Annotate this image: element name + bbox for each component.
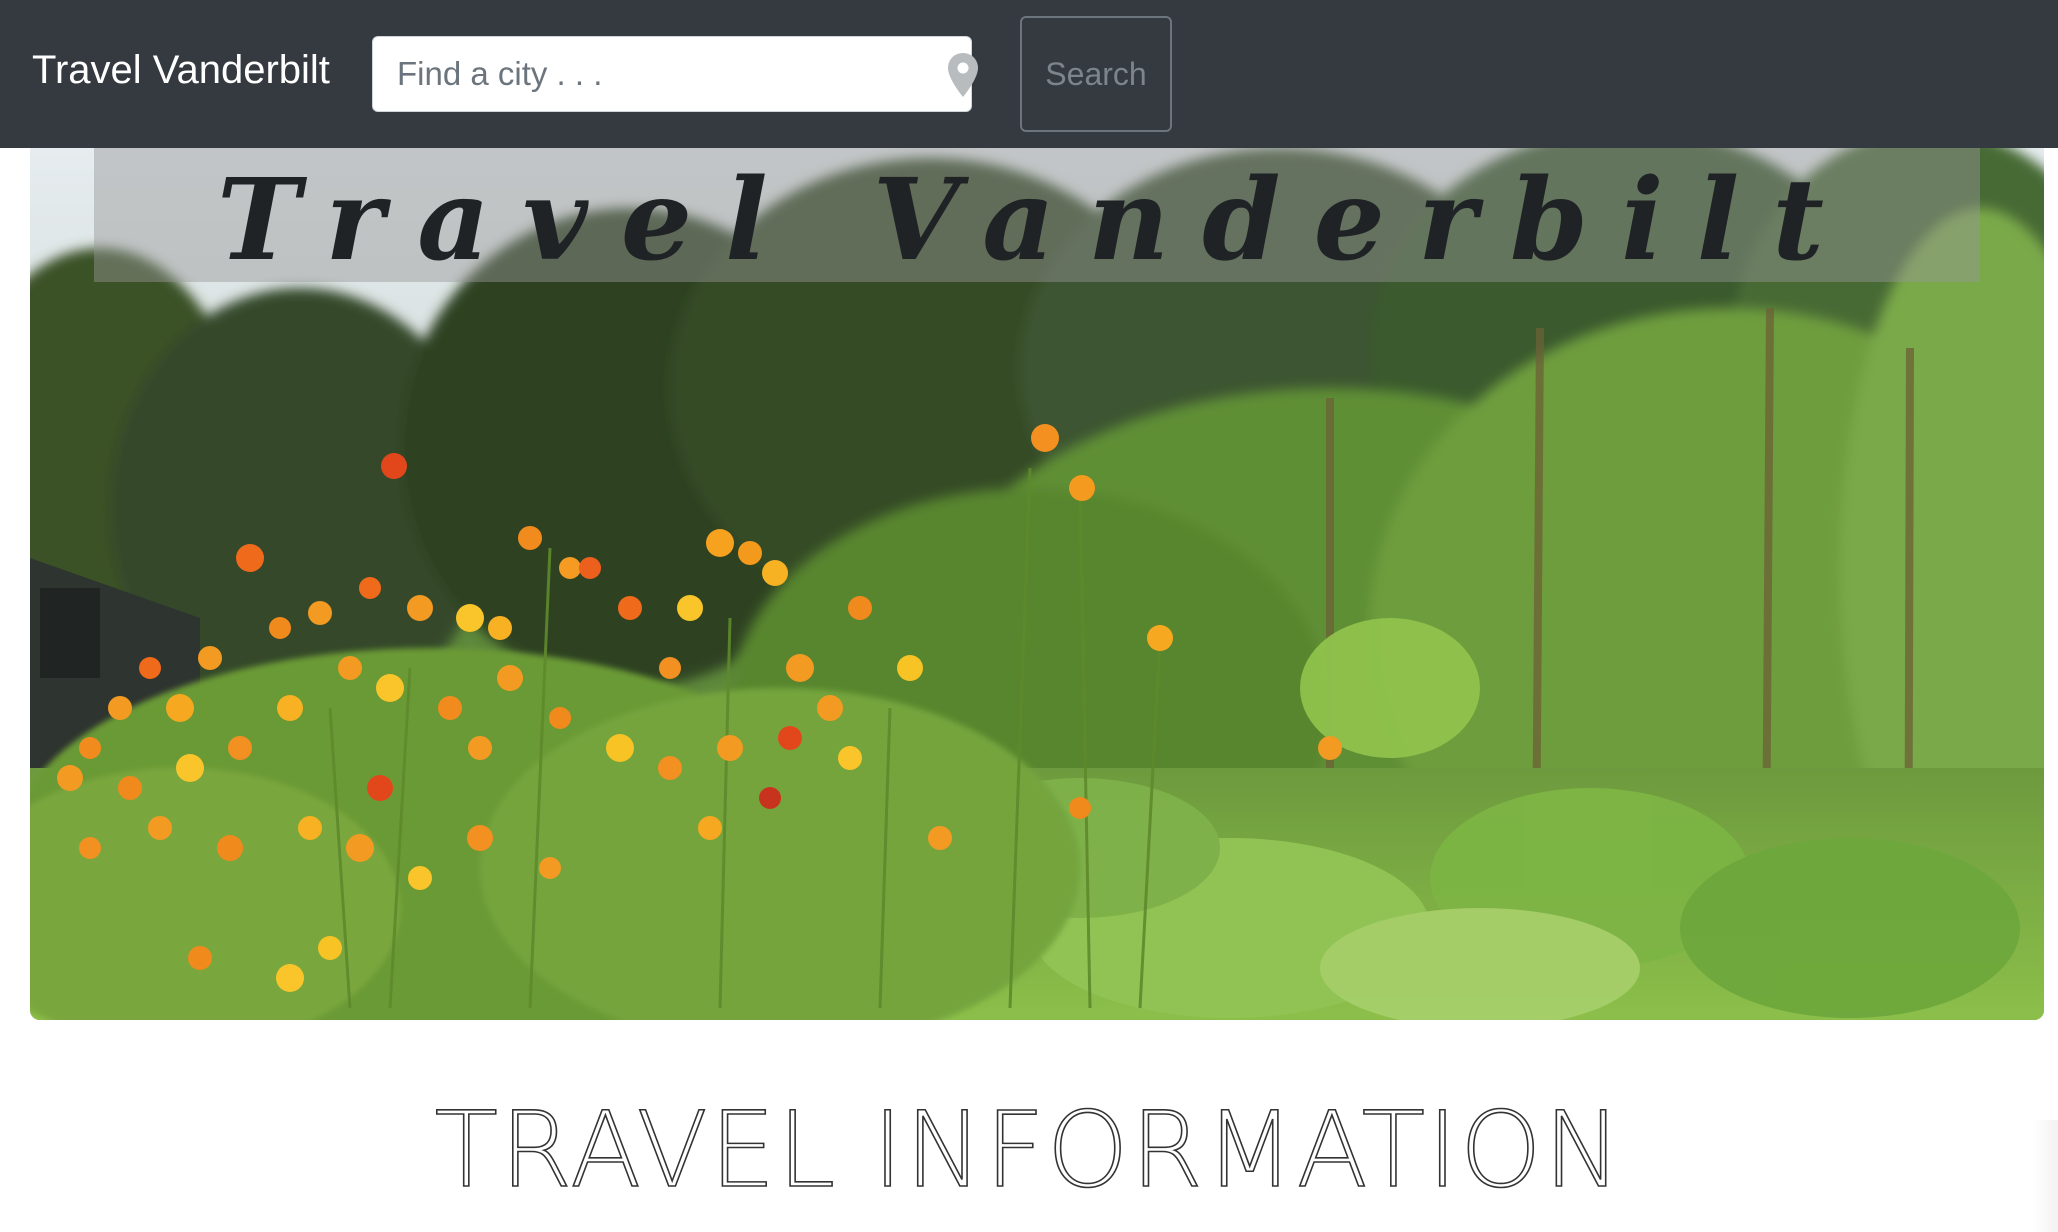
hero-title: Travel Vanderbilt <box>217 155 1857 286</box>
top-navbar: Travel Vanderbilt Search <box>0 0 2058 148</box>
hero-banner: Travel Vanderbilt <box>30 148 2044 1020</box>
map-pin-icon <box>948 53 978 97</box>
city-search-input[interactable] <box>373 37 971 111</box>
brand-link[interactable]: Travel Vanderbilt <box>32 48 330 93</box>
hero-title-band: Travel Vanderbilt <box>94 148 1980 282</box>
travel-information-heading: TRAVEL INFORMATION <box>434 1089 1624 1211</box>
search-box <box>372 36 978 112</box>
travel-information-heading-wrap: TRAVEL INFORMATION <box>0 1097 2058 1203</box>
scroll-edge-shadow <box>2032 1120 2058 1232</box>
search-button[interactable]: Search <box>1020 16 1172 132</box>
